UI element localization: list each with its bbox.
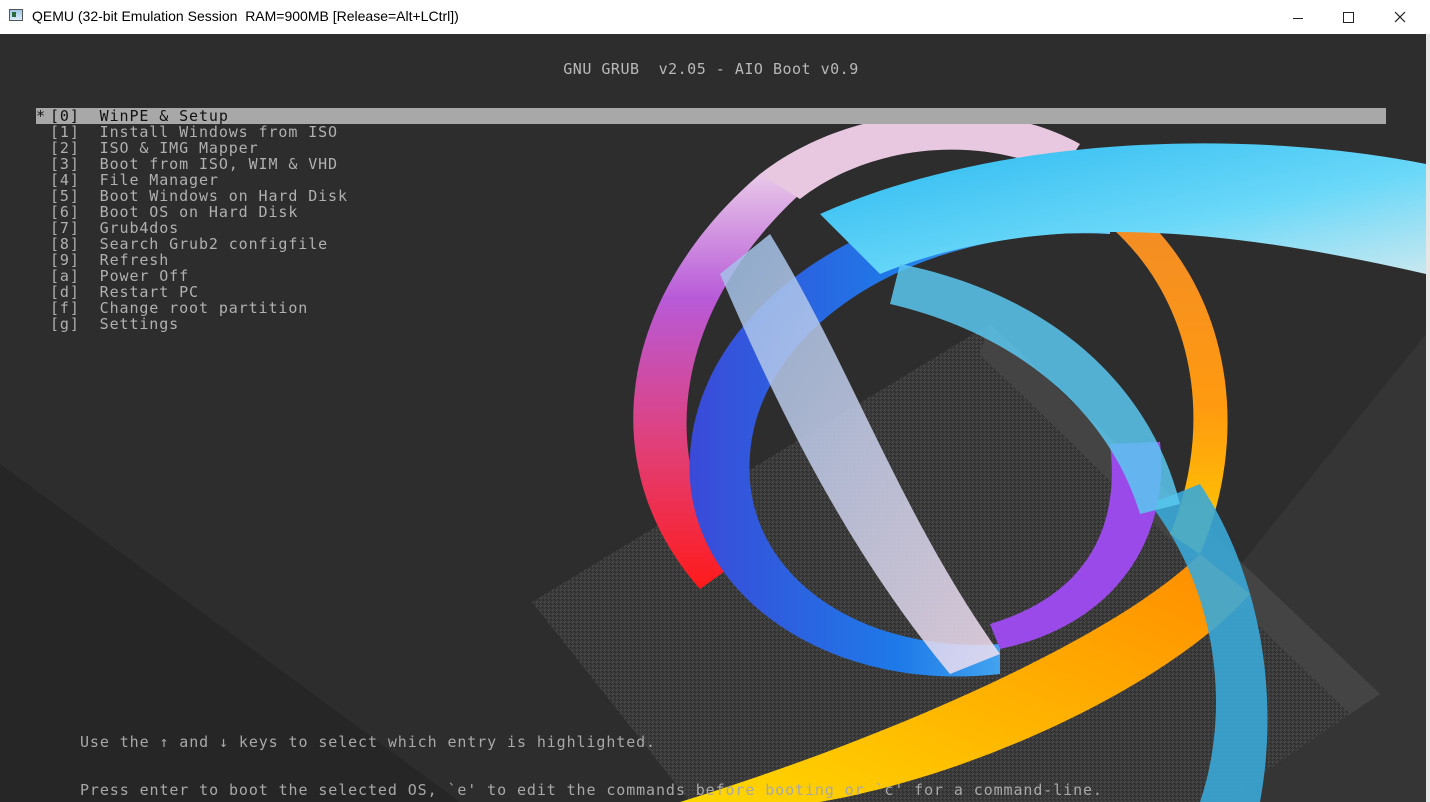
menu-item-restart-pc[interactable]: [d] Restart PC [36, 284, 1386, 300]
close-icon [1394, 11, 1406, 23]
window-title: QEMU (32-bit Emulation Session RAM=900MB… [32, 8, 459, 24]
maximize-icon [1342, 11, 1354, 23]
menu-item-iso-img-mapper[interactable]: [2] ISO & IMG Mapper [36, 140, 1386, 156]
grub-header: GNU GRUB v2.05 - AIO Boot v0.9 [563, 60, 859, 78]
menu-item-boot-windows-hdd[interactable]: [5] Boot Windows on Hard Disk [36, 188, 1386, 204]
menu-item-search-grub2-config[interactable]: [8] Search Grub2 configfile [36, 236, 1386, 252]
qemu-window: QEMU (32-bit Emulation Session RAM=900MB… [0, 0, 1430, 802]
menu-item-grub4dos[interactable]: [7] Grub4dos [36, 220, 1386, 236]
menu-item-install-windows[interactable]: [1] Install Windows from ISO [36, 124, 1386, 140]
menu-item-refresh[interactable]: [9] Refresh [36, 252, 1386, 268]
menu-item-settings[interactable]: [g] Settings [36, 316, 1386, 332]
emulator-screen[interactable]: GNU GRUB v2.05 - AIO Boot v0.9 * [0] WinP… [0, 34, 1426, 802]
help-text: Use the ↑ and ↓ keys to select which ent… [80, 702, 1103, 802]
help-line-commands: Press enter to boot the selected OS, `e'… [80, 781, 1103, 799]
menu-item-change-root-partition[interactable]: [f] Change root partition [36, 300, 1386, 316]
close-button[interactable] [1374, 0, 1426, 34]
window-right-edge [1426, 34, 1430, 802]
menu-item-winpe-setup[interactable]: * [0] WinPE & Setup [36, 108, 1386, 124]
menu-item-file-manager[interactable]: [4] File Manager [36, 172, 1386, 188]
selected-marker: * [36, 107, 46, 125]
maximize-button[interactable] [1322, 0, 1374, 34]
menu-item-boot-iso-wim-vhd[interactable]: [3] Boot from ISO, WIM & VHD [36, 156, 1386, 172]
menu-item-label: [g] Settings [50, 315, 180, 333]
title-bar[interactable]: QEMU (32-bit Emulation Session RAM=900MB… [0, 0, 1430, 34]
boot-menu: * [0] WinPE & Setup [1] Install Windows f… [36, 108, 1386, 332]
help-line-navigation: Use the ↑ and ↓ keys to select which ent… [80, 733, 656, 751]
menu-item-power-off[interactable]: [a] Power Off [36, 268, 1386, 284]
qemu-app-icon[interactable] [9, 9, 23, 21]
minimize-icon [1293, 17, 1303, 19]
minimize-button[interactable] [1272, 0, 1324, 34]
menu-item-boot-os-hdd[interactable]: [6] Boot OS on Hard Disk [36, 204, 1386, 220]
